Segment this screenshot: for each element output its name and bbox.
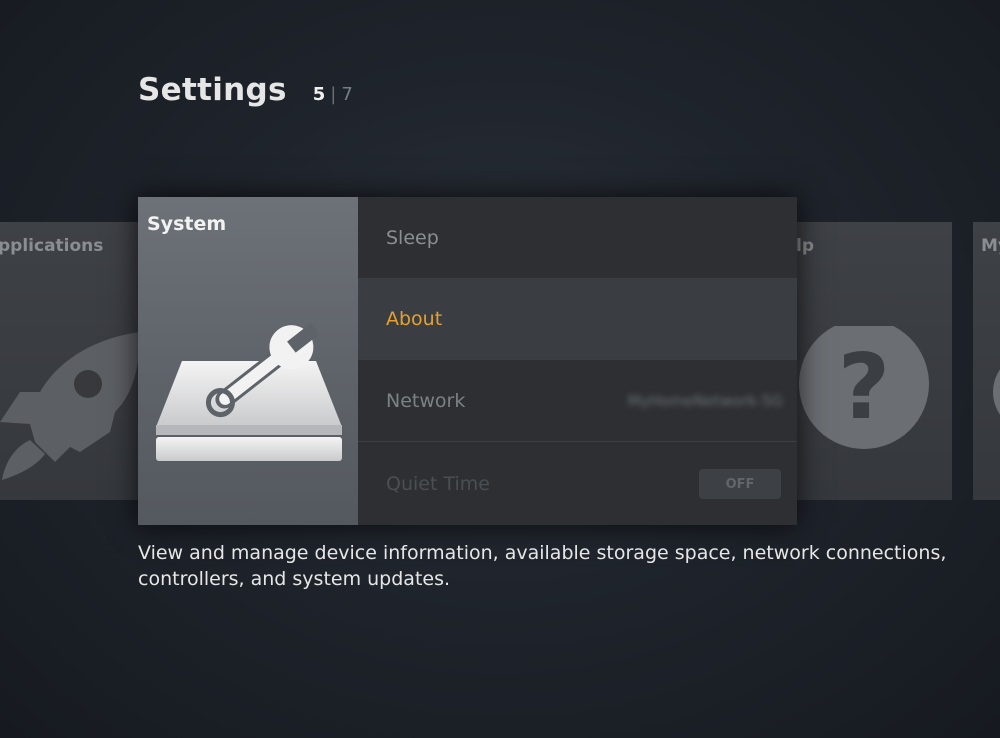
system-menu: Sleep About Network MyHomeNetwork-5G Qui… xyxy=(358,197,797,525)
menu-item-quiet-time-label: Quiet Time xyxy=(386,473,490,495)
my-card[interactable]: My xyxy=(973,222,1000,500)
system-wrench-icon xyxy=(156,323,342,461)
menu-item-about-label: About xyxy=(386,307,443,330)
menu-item-quiet-time[interactable]: Quiet Time OFF xyxy=(358,443,797,525)
menu-item-about[interactable]: About xyxy=(358,278,797,360)
page-current: 5 xyxy=(312,84,326,105)
page-total: 7 xyxy=(341,84,353,105)
header: Settings 5 | 7 xyxy=(138,72,353,108)
page-title: Settings xyxy=(138,72,287,108)
menu-item-sleep[interactable]: Sleep xyxy=(358,197,797,279)
applications-card-label: pplications xyxy=(0,236,104,256)
svg-text:?: ? xyxy=(838,335,890,440)
menu-item-sleep-label: Sleep xyxy=(386,226,439,249)
help-card-label: lp xyxy=(796,236,814,256)
category-description: View and manage device information, avai… xyxy=(138,542,947,590)
menu-item-network-label: Network xyxy=(386,389,466,412)
partial-icon xyxy=(993,369,1000,415)
applications-card[interactable]: pplications xyxy=(0,222,140,500)
quiet-time-toggle[interactable]: OFF xyxy=(699,469,781,499)
system-tile-label: System xyxy=(147,213,227,235)
help-card[interactable]: ? lp xyxy=(796,222,952,500)
help-question-icon: ? xyxy=(799,326,929,449)
rocket-icon xyxy=(0,332,140,480)
page-separator: | xyxy=(330,84,337,105)
my-card-label: My xyxy=(981,236,1000,256)
network-name-value: MyHomeNetwork-5G xyxy=(627,391,783,410)
system-tile[interactable]: System xyxy=(138,197,358,525)
page-indicator: 5 | 7 xyxy=(313,84,353,105)
system-settings-card[interactable]: System Sleep About Network MyHomeNetwork… xyxy=(138,197,797,525)
menu-item-network[interactable]: Network MyHomeNetwork-5G xyxy=(358,360,797,442)
